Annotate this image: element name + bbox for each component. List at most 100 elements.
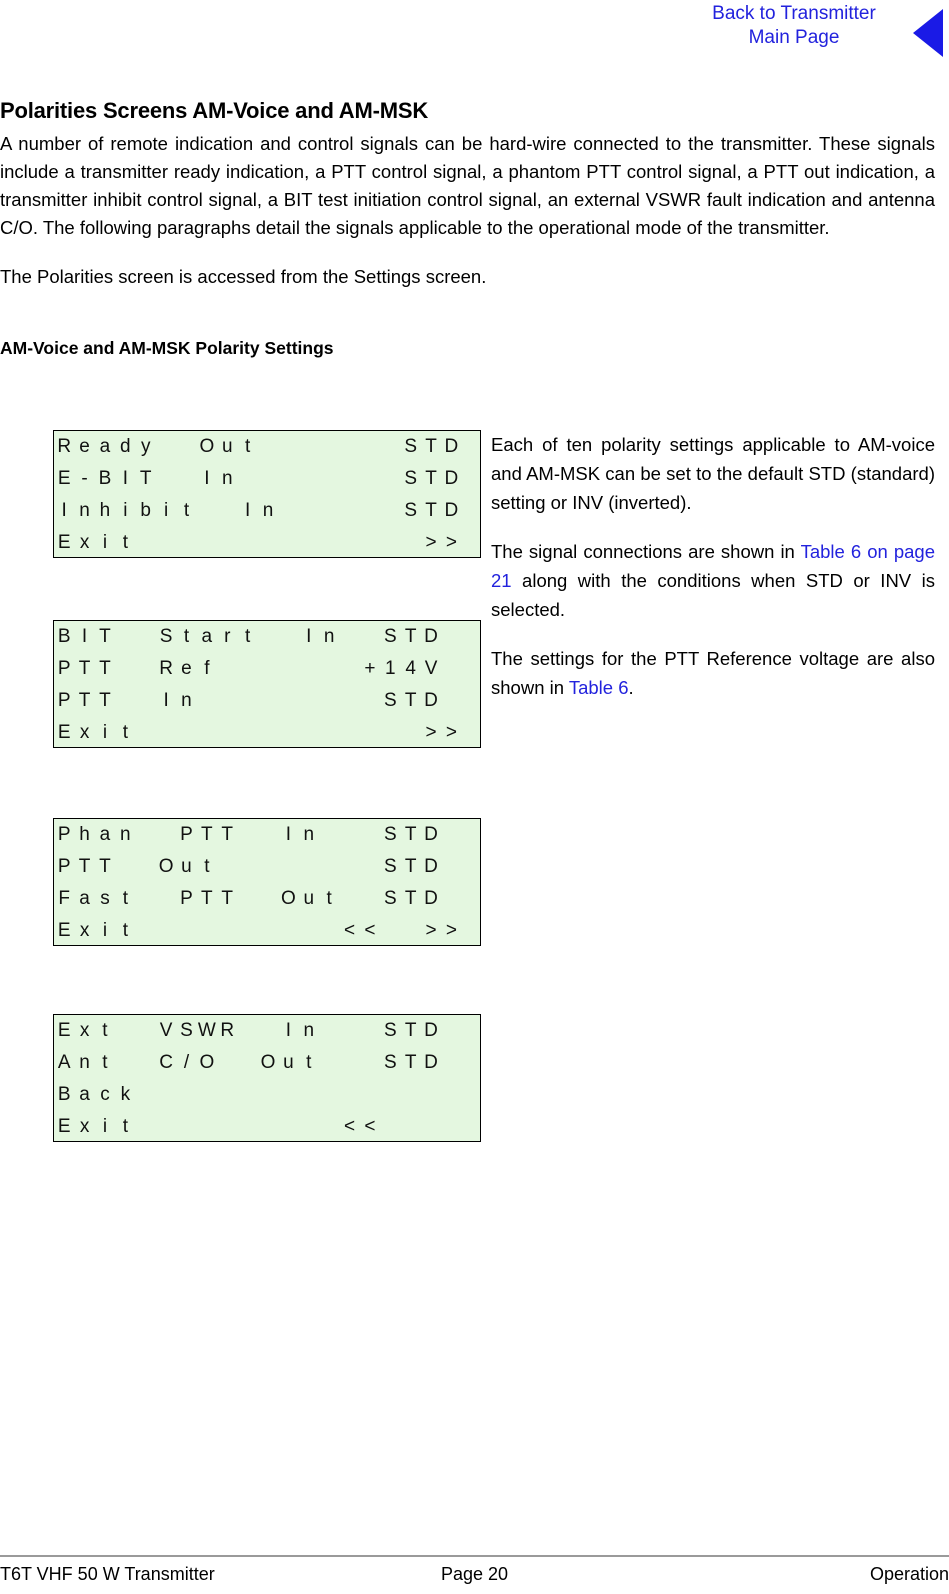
- lcd-char: t: [122, 1116, 128, 1137]
- lcd-char: u: [303, 888, 315, 909]
- lcd-row: Ex i t > >: [54, 527, 480, 559]
- lcd-char: E: [57, 532, 71, 553]
- footer-right-text: Operation: [869, 1564, 949, 1584]
- side-paragraph-3: The settings for the PTT Reference volta…: [491, 644, 935, 702]
- lcd-char: D: [444, 436, 459, 457]
- lcd-char: t: [122, 888, 128, 909]
- lcd-char: T: [425, 468, 437, 489]
- lcd-char: e: [181, 658, 192, 679]
- lcd-char: T: [404, 856, 417, 877]
- lcd-char: n: [262, 500, 274, 521]
- lcd-char: >: [425, 920, 437, 941]
- lcd-char: C: [159, 1052, 173, 1073]
- side-paragraph-1: Each of ten polarity settings applicable…: [491, 434, 935, 513]
- lcd-char: n: [79, 500, 90, 521]
- lcd-char: <: [364, 920, 376, 941]
- lcd-char: T: [99, 856, 111, 877]
- lcd-char: a: [99, 824, 111, 845]
- lcd-char: O: [199, 436, 215, 457]
- lcd-char: i: [102, 920, 108, 941]
- lcd-char: D: [424, 824, 438, 845]
- lcd-char: n: [120, 824, 131, 845]
- lcd-char: u: [221, 436, 233, 457]
- lcd-row: Ex i t > >: [54, 717, 480, 749]
- lcd-char: i: [102, 722, 108, 743]
- side-p3-post: .: [628, 677, 634, 698]
- lcd-char: T: [404, 1052, 417, 1073]
- lcd-char: i: [123, 500, 128, 521]
- lcd-char: T: [139, 468, 152, 489]
- lcd-char: k: [120, 1084, 131, 1105]
- lcd-char: T: [425, 436, 437, 457]
- lcd-char: B: [57, 626, 71, 647]
- lcd-char: i: [102, 532, 108, 553]
- polarity-screen-3: Ph a n P T T In S T D P T T Ou t S T D Fa s t P T T Ou t S T D Ex i t < <…: [53, 818, 481, 946]
- lcd-row: Ready Out STD: [54, 431, 480, 463]
- lcd-char: I: [204, 468, 210, 489]
- lcd-char: t: [244, 626, 251, 647]
- polarity-screen-2: B I T St a r t In S T D P T T Re f +1 4 V P T T In S T D Ex i t > >: [53, 620, 481, 748]
- lcd-char: <: [343, 1116, 356, 1137]
- lcd-char: T: [221, 824, 234, 845]
- lcd-char: I: [306, 626, 312, 647]
- lcd-char: P: [180, 888, 193, 909]
- lcd-char: c: [100, 1084, 110, 1105]
- lcd-char: 4: [405, 658, 416, 679]
- lcd-char: t: [306, 1052, 312, 1073]
- lcd-char: S: [404, 468, 417, 489]
- lcd-char: T: [78, 690, 91, 711]
- lcd-char: T: [404, 824, 417, 845]
- back-to-transmitter-main-page-link[interactable]: Back to Transmitter Main Page: [699, 2, 889, 50]
- lcd-char: s: [100, 888, 110, 909]
- lcd-char: P: [57, 824, 71, 845]
- lcd-char: D: [444, 500, 459, 521]
- lcd-char: S: [383, 1052, 397, 1073]
- lcd-char: P: [180, 824, 193, 845]
- lcd-row: PhanPTTInSTD: [54, 819, 480, 851]
- page-footer: T6T VHF 50 W Transmitter Page 20 Operati…: [0, 1564, 949, 1592]
- lcd-char: V: [424, 658, 438, 679]
- back-link-line-1: Back to Transmitter: [712, 3, 876, 24]
- back-link-line-2: Main Page: [748, 27, 840, 48]
- lcd-char: t: [102, 1020, 108, 1041]
- lcd-char: a: [79, 888, 90, 909]
- polarity-screen-4: Ex t V S W R In S T D An t C / O Ou t S T D Ba c k Ex i t < <: [53, 1014, 481, 1142]
- lcd-char: 1: [384, 658, 396, 679]
- lcd-char: u: [181, 856, 192, 877]
- table-6-link[interactable]: Table 6: [569, 677, 629, 698]
- lcd-char: >: [445, 532, 457, 553]
- lcd-char: W: [197, 1020, 216, 1041]
- lcd-row: FastPTTOutSTD: [54, 883, 480, 915]
- lcd-char: R: [57, 436, 72, 457]
- lcd-char: +: [364, 658, 376, 679]
- lcd-char: t: [204, 856, 210, 877]
- lcd-char: D: [424, 1052, 438, 1073]
- lcd-char: D: [424, 690, 438, 711]
- left-triangle-icon[interactable]: [913, 9, 943, 57]
- lcd-char: <: [343, 920, 356, 941]
- lcd-char: x: [79, 532, 90, 553]
- lcd-char: <: [364, 1116, 376, 1137]
- lcd-char: E: [57, 468, 71, 489]
- lcd-char: D: [424, 856, 438, 877]
- lcd-char: t: [183, 500, 190, 521]
- lcd-char: O: [280, 888, 296, 909]
- lcd-row: PTTInSTD: [54, 685, 480, 717]
- lcd-char: S: [383, 856, 397, 877]
- lcd-char: i: [102, 1116, 108, 1137]
- lcd-char: S: [404, 436, 417, 457]
- lcd-char: f: [204, 658, 210, 679]
- lcd-char: E: [57, 722, 71, 743]
- lcd-char: D: [424, 626, 438, 647]
- lcd-char: E: [57, 920, 71, 941]
- lcd-char: h: [99, 500, 111, 521]
- lcd-char: n: [181, 690, 192, 711]
- lcd-char: D: [424, 1020, 438, 1041]
- lcd-row: E-BITInSTD: [54, 463, 480, 495]
- lcd-char: a: [99, 436, 111, 457]
- lcd-char: F: [58, 888, 70, 909]
- lcd-row: ExtVSWRInSTD: [54, 1015, 480, 1047]
- lcd-char: e: [79, 436, 90, 457]
- lcd-char: b: [140, 500, 151, 521]
- lcd-char: S: [383, 690, 397, 711]
